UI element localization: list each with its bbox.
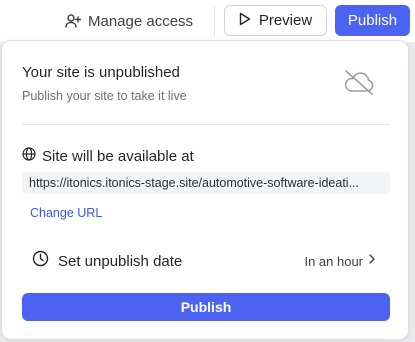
publish-toolbar-label: Publish xyxy=(347,12,398,29)
unpublish-date-label: Set unpublish date xyxy=(58,252,183,270)
globe-icon xyxy=(22,147,36,165)
unpublish-date-row[interactable]: Set unpublish date In an hour xyxy=(32,250,376,272)
section-divider xyxy=(22,124,390,125)
manage-access-button[interactable]: Manage access xyxy=(64,8,193,34)
chevron-right-icon xyxy=(368,252,376,270)
availability-heading: Site will be available at xyxy=(22,147,194,165)
site-url: https://itonics.itonics-stage.site/autom… xyxy=(22,172,390,194)
availability-label: Site will be available at xyxy=(42,147,194,165)
manage-access-label: Manage access xyxy=(88,12,194,30)
user-plus-icon xyxy=(64,12,82,30)
unpublish-date-value: In an hour xyxy=(304,253,363,269)
clock-icon xyxy=(32,250,49,272)
preview-label: Preview xyxy=(258,12,313,29)
popover-subtitle: Publish your site to take it live xyxy=(22,89,187,103)
toolbar-divider xyxy=(214,6,215,36)
top-toolbar: Manage access Preview Publish xyxy=(0,0,415,42)
preview-button[interactable]: Preview xyxy=(224,5,327,36)
change-url-link[interactable]: Change URL xyxy=(30,206,102,220)
publish-button[interactable]: Publish xyxy=(22,293,390,321)
cloud-off-icon xyxy=(342,68,376,101)
popover-title: Your site is unpublished xyxy=(22,64,180,81)
publish-toolbar-button[interactable]: Publish xyxy=(335,5,410,36)
play-icon xyxy=(239,12,251,30)
publish-popover: Your site is unpublished Publish your si… xyxy=(1,40,409,340)
publish-button-label: Publish xyxy=(180,299,232,315)
